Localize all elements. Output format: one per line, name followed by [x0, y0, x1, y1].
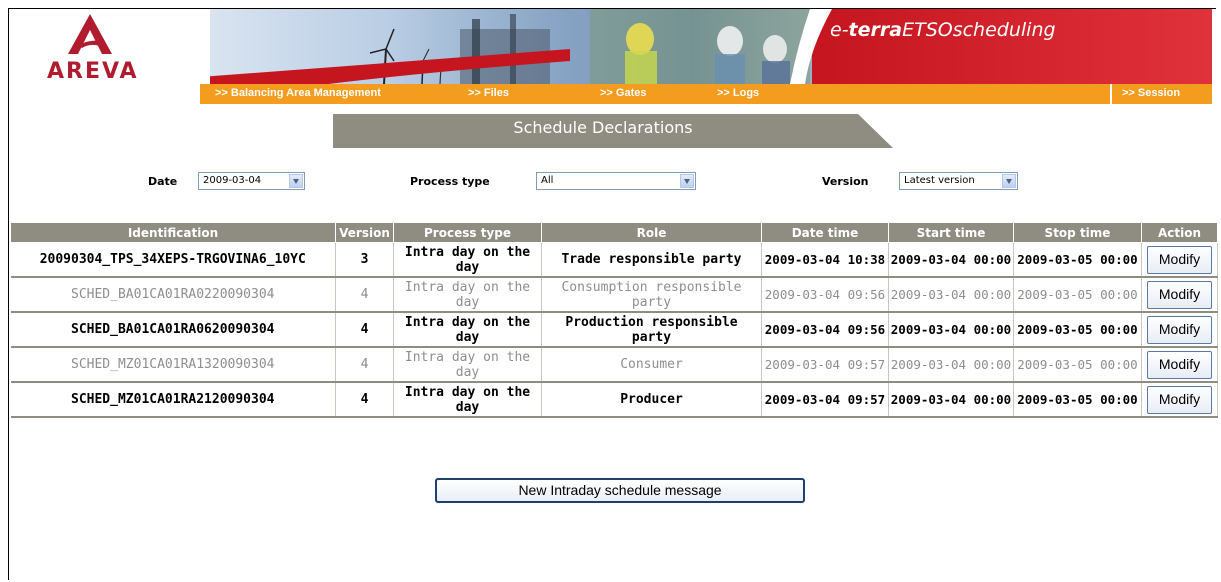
cell-action: Modify — [1141, 277, 1218, 313]
cell-action: Modify — [1141, 347, 1218, 383]
table-row: SCHED_MZ01CA01RA1320090304 4 Intra day on … — [10, 347, 1218, 383]
new-intraday-schedule-button[interactable]: New Intraday schedule message — [435, 478, 805, 503]
nav-balancing-area-management[interactable]: >> Balancing Area Management — [215, 87, 381, 99]
cell-process-type: Intra day on the day — [393, 312, 542, 348]
cell-role: Producer — [541, 382, 762, 418]
col-header-identification[interactable]: Identification — [10, 222, 336, 243]
modify-button[interactable]: Modify — [1147, 245, 1212, 274]
cell-version: 4 — [335, 382, 394, 418]
cell-date-time: 2009-03-04 09:57 — [761, 382, 889, 418]
product-prefix: e- — [830, 19, 849, 41]
cell-start-time: 2009-03-04 00:00 — [888, 347, 1014, 383]
col-header-date-time[interactable]: Date time — [761, 222, 889, 243]
header-banner: AREVA e-terraETSOscheduling >> Balancing… — [10, 9, 1212, 104]
col-header-start-time[interactable]: Start time — [888, 222, 1014, 243]
process-type-select-value: All — [541, 175, 554, 186]
schedule-table: Identification Version Process type Role… — [10, 222, 1218, 418]
cell-version: 4 — [335, 347, 394, 383]
cell-role: Consumption responsible party — [541, 277, 762, 313]
process-type-label: Process type — [410, 175, 490, 188]
cell-identification: SCHED_BA01CA01RA0220090304 — [10, 277, 336, 313]
cell-action: Modify — [1141, 312, 1218, 348]
table-header-row: Identification Version Process type Role… — [10, 222, 1218, 243]
table-row: SCHED_MZ01CA01RA2120090304 4 Intra day on … — [10, 382, 1218, 418]
cell-identification: SCHED_MZ01CA01RA1320090304 — [10, 347, 336, 383]
cell-version: 3 — [335, 242, 394, 278]
chevron-down-icon[interactable] — [1002, 174, 1016, 188]
cell-start-time: 2009-03-04 00:00 — [888, 382, 1014, 418]
cell-version: 4 — [335, 277, 394, 313]
chevron-down-icon[interactable] — [680, 174, 694, 188]
col-header-process-type[interactable]: Process type — [393, 222, 542, 243]
date-label: Date — [148, 175, 178, 188]
cell-stop-time: 2009-03-05 00:00 — [1013, 382, 1142, 418]
main-nav: >> Balancing Area Management >> Files >>… — [200, 84, 1212, 104]
version-select-value: Latest version — [904, 175, 975, 186]
product-rest: ETSOscheduling — [902, 19, 1056, 41]
cell-stop-time: 2009-03-05 00:00 — [1013, 277, 1142, 313]
col-header-role[interactable]: Role — [541, 222, 762, 243]
page-title: Schedule Declarations — [513, 118, 693, 137]
modify-button[interactable]: Modify — [1147, 385, 1212, 414]
col-header-version[interactable]: Version — [335, 222, 394, 243]
cell-date-time: 2009-03-04 09:56 — [761, 277, 889, 313]
cell-process-type: Intra day on the day — [393, 347, 542, 383]
cell-action: Modify — [1141, 382, 1218, 418]
cell-start-time: 2009-03-04 00:00 — [888, 312, 1014, 348]
nav-logs[interactable]: >> Logs — [717, 87, 759, 99]
cell-version: 4 — [335, 312, 394, 348]
areva-logo-text: AREVA — [47, 59, 139, 84]
table-row: SCHED_BA01CA01RA0220090304 4 Intra day on … — [10, 277, 1218, 313]
version-select[interactable]: Latest version — [899, 172, 1018, 190]
table-row: SCHED_BA01CA01RA0620090304 4 Intra day on … — [10, 312, 1218, 348]
table-row: 20090304_TPS_34XEPS-TRGOVINA6_10YC 3 Intra… — [10, 242, 1218, 278]
process-type-select[interactable]: All — [536, 172, 696, 190]
modify-button[interactable]: Modify — [1147, 315, 1212, 344]
nav-separator — [1110, 84, 1112, 104]
cell-date-time: 2009-03-04 09:57 — [761, 347, 889, 383]
modify-button[interactable]: Modify — [1147, 280, 1212, 309]
nav-session[interactable]: >> Session — [1122, 87, 1180, 99]
date-select[interactable]: 2009-03-04 — [198, 172, 305, 190]
cell-process-type: Intra day on the day — [393, 277, 542, 313]
col-header-stop-time[interactable]: Stop time — [1013, 222, 1142, 243]
cell-date-time: 2009-03-04 09:56 — [761, 312, 889, 348]
cell-stop-time: 2009-03-05 00:00 — [1013, 312, 1142, 348]
nav-files[interactable]: >> Files — [468, 87, 509, 99]
cell-process-type: Intra day on the day — [393, 382, 542, 418]
col-header-action: Action — [1141, 222, 1218, 243]
cell-role: Production responsible party — [541, 312, 762, 348]
cell-date-time: 2009-03-04 10:38 — [761, 242, 889, 278]
modify-button[interactable]: Modify — [1147, 350, 1212, 379]
nav-gates[interactable]: >> Gates — [600, 87, 646, 99]
cell-process-type: Intra day on the day — [393, 242, 542, 278]
version-label: Version — [822, 175, 869, 188]
date-select-value: 2009-03-04 — [203, 175, 262, 186]
cell-start-time: 2009-03-04 00:00 — [888, 242, 1014, 278]
cell-identification: 20090304_TPS_34XEPS-TRGOVINA6_10YC — [10, 242, 336, 278]
cell-action: Modify — [1141, 242, 1218, 278]
cell-role: Consumer — [541, 347, 762, 383]
product-name: e-terraETSOscheduling — [830, 19, 1056, 41]
cell-stop-time: 2009-03-05 00:00 — [1013, 242, 1142, 278]
cell-role: Trade responsible party — [541, 242, 762, 278]
cell-start-time: 2009-03-04 00:00 — [888, 277, 1014, 313]
product-bold: terra — [848, 19, 903, 41]
areva-logo-icon — [68, 14, 112, 54]
logo-area: AREVA — [10, 9, 210, 104]
cell-identification: SCHED_BA01CA01RA0620090304 — [10, 312, 336, 348]
cell-identification: SCHED_MZ01CA01RA2120090304 — [10, 382, 336, 418]
chevron-down-icon[interactable] — [289, 174, 303, 188]
cell-stop-time: 2009-03-05 00:00 — [1013, 347, 1142, 383]
